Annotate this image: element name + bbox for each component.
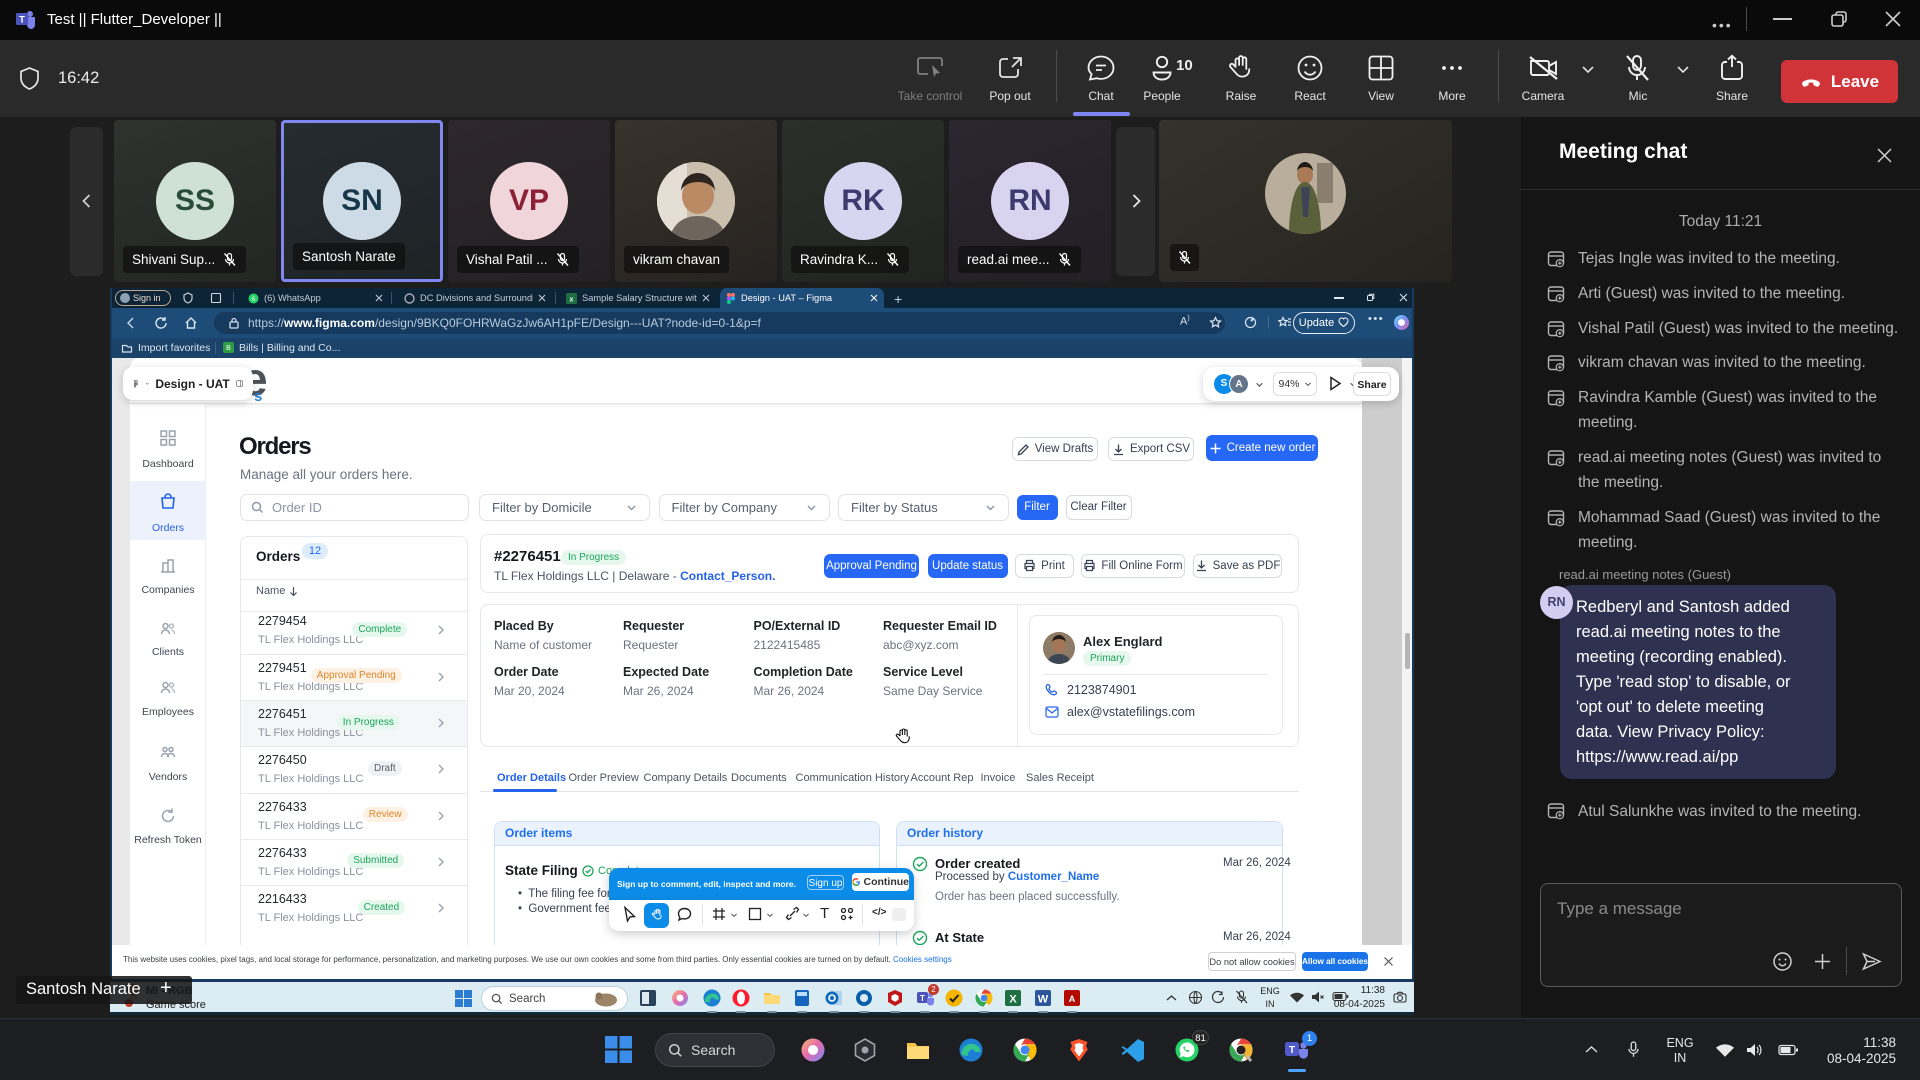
- svg-text:x: x: [570, 296, 574, 303]
- svg-text:T: T: [1289, 1045, 1295, 1056]
- svg-text:B: B: [226, 345, 231, 352]
- svg-text:A: A: [1069, 994, 1076, 1004]
- svg-text:X: X: [1009, 994, 1017, 1006]
- svg-text:T: T: [19, 15, 25, 26]
- svg-text:W: W: [1038, 994, 1049, 1006]
- svg-text:T: T: [920, 994, 925, 1003]
